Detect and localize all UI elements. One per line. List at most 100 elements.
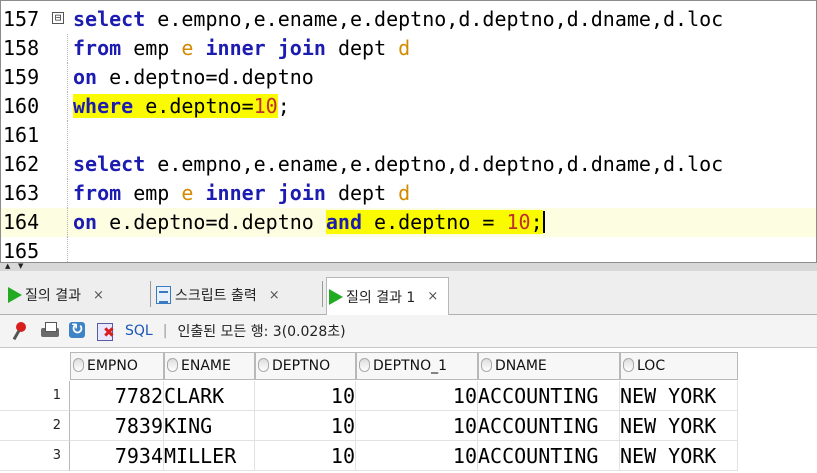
cell-ename[interactable]: KING <box>164 411 255 441</box>
column-header-deptno_1[interactable]: DEPTNO_1 <box>356 352 478 380</box>
cell-dname[interactable]: ACCOUNTING <box>478 441 620 471</box>
results-tab-bar: 질의 결과 × 스크립트 출력 × 질의 결과 1 × <box>0 271 817 315</box>
column-header-label: DNAME <box>495 358 547 374</box>
line-number: 164 <box>3 210 40 234</box>
close-icon[interactable]: × <box>427 289 438 304</box>
code-line[interactable]: 164 on e.deptno=d.deptno and e.deptno = 1… <box>1 208 816 237</box>
column-header-empno[interactable]: EMPNO <box>70 352 164 380</box>
code-line[interactable]: 158 from emp e inner join dept d <box>1 34 816 63</box>
code-token: e <box>181 181 194 205</box>
code-token: emp <box>121 36 182 60</box>
print-icon[interactable] <box>40 321 60 341</box>
column-header-deptno[interactable]: DEPTNO <box>255 352 356 380</box>
code-token: e.deptno = <box>362 210 507 234</box>
table-row[interactable]: 2 7839 KING 10 10 ACCOUNTING NEW YORK <box>0 411 740 441</box>
code-token: on <box>73 210 98 234</box>
results-toolbar: SQL | 인출된 모든 행: 3(0.028초) <box>0 315 817 348</box>
fold-guide <box>67 34 68 63</box>
collapse-down-icon[interactable]: ▼ <box>18 263 23 270</box>
cell-loc[interactable]: NEW YORK <box>620 441 738 471</box>
toolbar-divider: | <box>162 323 168 339</box>
cell-empno[interactable]: 7934 <box>70 441 164 471</box>
pin-icon[interactable] <box>12 321 32 341</box>
column-header-loc[interactable]: LOC <box>620 352 738 380</box>
sort-icon[interactable] <box>258 358 269 372</box>
row-number[interactable]: 1 <box>0 381 70 411</box>
tab-separator <box>150 281 151 307</box>
code-token: emp <box>121 181 182 205</box>
sql-link[interactable]: SQL <box>125 323 153 339</box>
cell-empno[interactable]: 7782 <box>70 381 164 411</box>
expand-up-icon[interactable]: ▲ <box>5 263 10 270</box>
fold-guide <box>67 63 68 92</box>
close-icon[interactable]: × <box>93 288 104 303</box>
code-token: e <box>181 36 194 60</box>
code-token: and <box>325 210 362 234</box>
line-number: 157 <box>3 7 40 31</box>
column-header-label: LOC <box>637 358 666 374</box>
column-header-ename[interactable]: ENAME <box>164 352 255 380</box>
code-line[interactable]: 159 on e.deptno=d.deptno <box>1 63 816 92</box>
cell-ename[interactable]: CLARK <box>164 381 255 411</box>
code-text: select e.empno,e.ename,e.deptno,d.deptno… <box>73 150 723 179</box>
results-grid[interactable]: EMPNO ENAME DEPTNO DEPTNO_1 DNAME LOC 1 7782 CLA… <box>0 348 817 473</box>
cell-empno[interactable]: 7839 <box>70 411 164 441</box>
tab-query-result-1[interactable]: 질의 결과 1 × <box>326 277 450 315</box>
code-line[interactable]: 163 from emp e inner join dept d <box>1 179 816 208</box>
sort-icon[interactable] <box>481 358 492 372</box>
code-text: select e.empno,e.ename,e.deptno,d.deptno… <box>73 5 723 34</box>
sort-icon[interactable] <box>167 358 178 372</box>
code-line[interactable]: 160 where e.deptno=10; <box>1 92 816 121</box>
fold-collapse-icon[interactable]: ⊟ <box>52 12 64 24</box>
cell-deptno_1[interactable]: 10 <box>356 441 478 471</box>
panel-splitter[interactable]: ▲ ▼ <box>0 263 817 271</box>
cell-dname[interactable]: ACCOUNTING <box>478 411 620 441</box>
text-caret <box>542 211 545 233</box>
play-icon <box>8 287 22 303</box>
fold-guide <box>67 150 68 179</box>
cell-deptno[interactable]: 10 <box>255 411 356 441</box>
code-token: d <box>398 36 411 60</box>
sort-icon[interactable] <box>359 358 370 372</box>
cell-deptno[interactable]: 10 <box>255 441 356 471</box>
table-row[interactable]: 3 7934 MILLER 10 10 ACCOUNTING NEW YORK <box>0 441 740 471</box>
sql-editor[interactable]: 157 ⊟ select e.empno,e.ename,e.deptno,d.de… <box>0 0 817 266</box>
cell-loc[interactable]: NEW YORK <box>620 381 738 411</box>
code-token: from <box>73 36 122 60</box>
line-number: 161 <box>3 123 40 147</box>
code-line[interactable]: 165 <box>1 237 816 266</box>
fold-guide <box>67 208 68 237</box>
code-line[interactable]: 161 <box>1 121 816 150</box>
script-output-icon <box>156 286 171 304</box>
code-token: select <box>73 152 146 176</box>
tab-query-result[interactable]: 질의 결과 × <box>8 279 104 311</box>
cancel-query-icon[interactable] <box>96 321 116 341</box>
code-token: 10 <box>253 94 278 118</box>
cell-deptno[interactable]: 10 <box>255 381 356 411</box>
refresh-icon[interactable] <box>68 320 88 341</box>
column-header-label: DEPTNO <box>272 358 331 374</box>
code-token: inner join <box>205 181 326 205</box>
row-number[interactable]: 3 <box>0 441 70 471</box>
cell-deptno_1[interactable]: 10 <box>356 411 478 441</box>
cell-loc[interactable]: NEW YORK <box>620 411 738 441</box>
close-icon[interactable]: × <box>269 288 280 303</box>
row-number[interactable]: 2 <box>0 411 70 441</box>
column-header-label: EMPNO <box>87 358 138 374</box>
cell-dname[interactable]: ACCOUNTING <box>478 381 620 411</box>
fold-guide <box>67 121 68 150</box>
cell-ename[interactable]: MILLER <box>164 441 255 471</box>
table-row[interactable]: 1 7782 CLARK 10 10 ACCOUNTING NEW YORK <box>0 381 740 411</box>
code-token: on <box>73 65 98 89</box>
column-header-dname[interactable]: DNAME <box>478 352 620 380</box>
code-line[interactable]: 157 ⊟ select e.empno,e.ename,e.deptno,d.de… <box>1 5 816 34</box>
code-line[interactable]: 162 select e.empno,e.ename,e.deptno,d.dep… <box>1 150 816 179</box>
cell-deptno_1[interactable]: 10 <box>356 381 478 411</box>
code-text: from emp e inner join dept d <box>73 34 410 63</box>
code-token: e.deptno=d.deptno <box>97 65 314 89</box>
sort-icon[interactable] <box>623 358 634 372</box>
sort-icon[interactable] <box>73 358 84 372</box>
fold-guide <box>67 92 68 121</box>
tab-script-output[interactable]: 스크립트 출력 × <box>156 279 280 311</box>
